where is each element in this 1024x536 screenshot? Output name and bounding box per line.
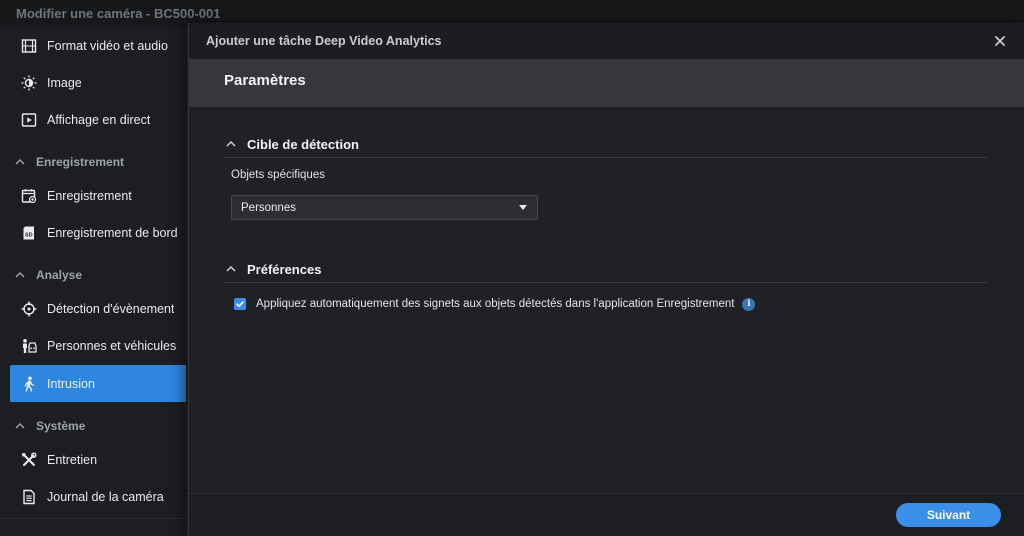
dialog-header: Paramètres [189, 59, 1024, 107]
sidebar-item-label: Journal de la caméra [47, 489, 164, 504]
sidebar-item-intrusion[interactable]: Intrusion [10, 365, 186, 402]
sidebar-item-image[interactable]: Image [10, 64, 186, 101]
sidebar-item-label: Personnes et véhicules [47, 338, 177, 353]
sidebar-item-label: Enregistrement de bord [47, 225, 178, 240]
group-divider [225, 282, 987, 283]
dialog-body: Cible de détection Objets spécifiques Pe… [189, 107, 1024, 493]
walking-person-icon [20, 375, 38, 393]
sidebar-item-people-vehicles[interactable]: Personnes et véhicules [10, 327, 186, 364]
sidebar-item-label: Affichage en direct [47, 112, 151, 127]
detection-target-group-header[interactable]: Cible de détection [225, 134, 359, 154]
film-icon [20, 37, 38, 55]
sidebar-item-label: Image [47, 75, 82, 90]
sd-card-icon: SD [20, 224, 38, 242]
info-icon[interactable]: i [742, 297, 756, 311]
dialog-titlebar: Ajouter une tâche Deep Video Analytics [189, 23, 1024, 59]
sidebar-item-recording[interactable]: Enregistrement [10, 177, 186, 214]
settings-sidebar: Format vidéo et audio Image Affichage en… [0, 27, 188, 536]
person-vehicle-icon [20, 337, 38, 355]
sidebar-item-label: Enregistrement [47, 188, 132, 203]
auto-bookmark-option: Appliquez automatiquement des signets au… [234, 296, 756, 312]
section-label: Système [36, 419, 86, 433]
specific-objects-label: Objets spécifiques [231, 169, 325, 181]
svg-text:SD: SD [25, 232, 33, 238]
dialog-footer: Suivant [189, 493, 1024, 536]
group-title: Préférences [247, 261, 322, 277]
chevron-up-icon [15, 422, 25, 429]
sidebar-item-label: Format vidéo et audio [47, 38, 168, 53]
sidebar-item-maintenance[interactable]: Entretien [10, 441, 186, 478]
section-label: Analyse [36, 268, 83, 282]
tools-icon [20, 451, 38, 469]
dialog-header-title: Paramètres [224, 72, 306, 89]
crosshair-icon [20, 300, 38, 318]
group-divider [225, 157, 987, 158]
next-button[interactable]: Suivant [896, 503, 1001, 527]
sidebar-item-edge-recording[interactable]: SD Enregistrement de bord [10, 214, 186, 251]
section-header-recording[interactable]: Enregistrement [14, 152, 184, 172]
sidebar-divider [0, 518, 187, 519]
dialog-title: Ajouter une tâche Deep Video Analytics [206, 34, 442, 48]
section-label: Enregistrement [36, 155, 125, 169]
calendar-record-icon [20, 187, 38, 205]
sidebar-item-video-audio-format[interactable]: Format vidéo et audio [10, 27, 186, 64]
chevron-up-icon [226, 140, 236, 147]
chevron-up-icon [226, 265, 236, 272]
caret-down-icon [519, 205, 527, 210]
play-box-icon [20, 111, 38, 129]
document-icon [20, 488, 38, 506]
sidebar-item-live-view[interactable]: Affichage en direct [10, 101, 186, 138]
chevron-up-icon [15, 271, 25, 278]
specific-objects-dropdown[interactable]: Personnes [231, 195, 538, 220]
auto-bookmark-label: Appliquez automatiquement des signets au… [256, 298, 735, 310]
section-header-analysis[interactable]: Analyse [14, 265, 184, 285]
dropdown-value: Personnes [241, 201, 296, 214]
sidebar-item-event-detection[interactable]: Détection d'évènement [10, 290, 186, 327]
section-header-system[interactable]: Système [14, 416, 184, 436]
sidebar-item-label: Entretien [47, 452, 98, 467]
sidebar-item-camera-log[interactable]: Journal de la caméra [10, 478, 186, 515]
sidebar-item-label: Intrusion [47, 376, 95, 391]
brightness-icon [20, 74, 38, 92]
sidebar-item-label: Détection d'évènement [47, 301, 175, 316]
auto-bookmark-checkbox[interactable] [234, 298, 246, 310]
preferences-group-header[interactable]: Préférences [225, 259, 321, 279]
close-icon[interactable] [993, 34, 1007, 48]
group-title: Cible de détection [247, 136, 359, 152]
chevron-up-icon [15, 158, 25, 165]
add-task-dialog: Ajouter une tâche Deep Video Analytics P… [188, 23, 1024, 536]
checkmark-icon [236, 301, 244, 307]
